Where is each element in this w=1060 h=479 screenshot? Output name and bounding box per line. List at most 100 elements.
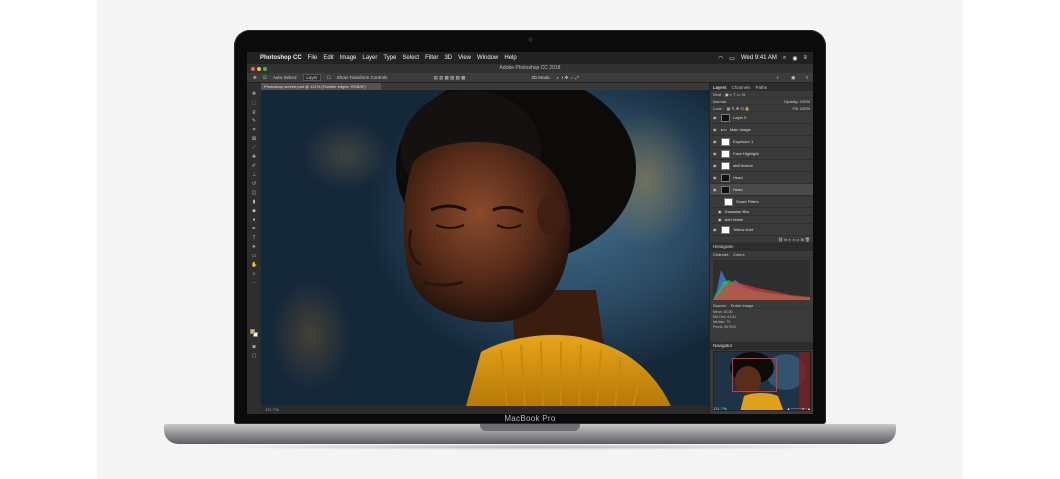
type-tool-icon[interactable]: T: [251, 236, 257, 241]
lock-icons[interactable]: ▦ ✎ ✥ ⊡ 🔒: [727, 106, 750, 111]
menu-filter[interactable]: Filter: [425, 55, 438, 61]
background-color-swatch[interactable]: [253, 332, 258, 337]
battery-icon[interactable]: ▭: [729, 55, 735, 62]
visibility-eye-icon[interactable]: ◉: [713, 115, 718, 120]
quick-mask-icon[interactable]: ◙: [251, 345, 257, 350]
navigator-panel-title: Navigator: [710, 342, 813, 350]
fill-field[interactable]: Fill: 100%: [792, 106, 810, 111]
layer-row[interactable]: ◉ Head: [710, 172, 813, 184]
zoom-window-button[interactable]: [263, 67, 267, 71]
visibility-eye-icon[interactable]: ◉: [713, 139, 718, 144]
document-tab[interactable]: Photoshop screen.psd @ 121% (Feather edg…: [261, 83, 381, 90]
clone-stamp-tool-icon[interactable]: ⊥: [251, 173, 257, 178]
menu-file[interactable]: File: [308, 55, 318, 61]
status-bar: 121.7%: [261, 406, 709, 414]
app-menu[interactable]: Photoshop CC: [260, 55, 302, 61]
history-brush-tool-icon[interactable]: ↺: [251, 182, 257, 187]
layer-thumbnail: [721, 137, 730, 146]
align-icons[interactable]: ▤ ▥ ▦ ▧ ▨ ▩: [433, 75, 465, 81]
layer-row[interactable]: ◉ Yellow shirt: [710, 224, 813, 236]
visibility-eye-icon[interactable]: ◉: [718, 217, 722, 222]
layer-row[interactable]: ◉ Exposure 1: [710, 136, 813, 148]
zoom-slider[interactable]: ▲────●─▲: [786, 406, 811, 411]
navigator-thumbnail[interactable]: [713, 351, 811, 411]
menu-select[interactable]: Select: [402, 55, 419, 61]
visibility-eye-icon[interactable]: ◉: [718, 209, 722, 214]
move-tool-icon[interactable]: ✥: [251, 92, 257, 97]
minimize-window-button[interactable]: [257, 67, 261, 71]
zoom-tool-icon[interactable]: ⌕: [251, 272, 257, 277]
auto-select-dropdown[interactable]: Layer: [303, 74, 321, 81]
pen-tool-icon[interactable]: ✒: [251, 227, 257, 232]
3d-mode-icons[interactable]: ◐ ◑ ✥ ⇔ ⤢: [557, 75, 579, 81]
layer-row[interactable]: ◉ skill texture: [710, 160, 813, 172]
histogram-channel-dropdown[interactable]: Colors: [733, 252, 745, 257]
menu-type[interactable]: Type: [383, 55, 396, 61]
layer-actions-icons[interactable]: ⛓ fx ◐ ◑ ▭ ⊞ 🗑: [778, 237, 810, 242]
tab-channels[interactable]: Channels: [732, 85, 751, 90]
brush-tool-icon[interactable]: ✐: [251, 164, 257, 169]
filter-kind-dropdown[interactable]: Kind: [713, 92, 721, 97]
visibility-eye-icon[interactable]: ◉: [713, 127, 718, 132]
menu-view[interactable]: View: [458, 55, 471, 61]
visibility-eye-icon[interactable]: ◉: [713, 227, 718, 232]
dodge-tool-icon[interactable]: ●: [251, 218, 257, 223]
filter-icons[interactable]: ▣ ◐ T ▭ ⊡: [725, 92, 745, 97]
close-window-button[interactable]: [251, 67, 255, 71]
frame-tool-icon[interactable]: ⊠: [251, 137, 257, 142]
menu-layer[interactable]: Layer: [362, 55, 377, 61]
lasso-tool-icon[interactable]: ϱ: [251, 110, 257, 115]
layer-row-selected[interactable]: ◉ Head: [710, 184, 813, 196]
path-select-tool-icon[interactable]: ➤: [251, 245, 257, 250]
smart-filters-row[interactable]: Smart Filters: [710, 196, 813, 208]
menubar-clock[interactable]: Wed 9:41 AM: [741, 55, 777, 61]
visibility-eye-icon[interactable]: ◉: [713, 151, 718, 156]
shape-tool-icon[interactable]: ▭: [251, 254, 257, 259]
eraser-tool-icon[interactable]: ◫: [251, 191, 257, 196]
lid-opening-notch: [480, 424, 580, 431]
marquee-tool-icon[interactable]: ⬚: [251, 101, 257, 106]
layer-row[interactable]: ◉ Layer 0: [710, 112, 813, 124]
camera-icon: [528, 37, 533, 42]
layer-row[interactable]: ◉ Face Highlight: [710, 148, 813, 160]
tab-paths[interactable]: Paths: [756, 85, 768, 90]
opacity-field[interactable]: Opacity: 100%: [784, 99, 810, 104]
workspace-icon[interactable]: ▣: [791, 75, 795, 81]
hand-tool-icon[interactable]: ✋: [251, 263, 257, 268]
blend-mode-dropdown[interactable]: Normal: [713, 99, 726, 104]
visibility-eye-icon[interactable]: ◉: [713, 163, 718, 168]
navigator-zoom-value[interactable]: 121.7%: [713, 406, 727, 411]
move-tool-icon[interactable]: ✥: [253, 75, 257, 81]
navigator-viewport-box[interactable]: [732, 358, 777, 392]
blur-tool-icon[interactable]: ◆: [251, 209, 257, 214]
layer-group-row[interactable]: ◉ ▸▭ Main Image: [710, 124, 813, 136]
smart-filter-row[interactable]: ◉ Gaussian Blur: [710, 208, 813, 216]
show-transform-checkbox[interactable]: ☐: [327, 75, 331, 81]
more-tools-icon[interactable]: ⋯: [251, 281, 257, 286]
tab-layers[interactable]: Layers: [713, 85, 727, 90]
menu-help[interactable]: Help: [504, 55, 516, 61]
menu-window[interactable]: Window: [477, 55, 498, 61]
wifi-icon[interactable]: ◠: [718, 55, 723, 62]
document-canvas[interactable]: [261, 90, 709, 406]
gradient-tool-icon[interactable]: ▮: [251, 200, 257, 205]
healing-tool-icon[interactable]: ✚: [251, 155, 257, 160]
share-icon[interactable]: ⇪: [805, 75, 809, 81]
quick-select-tool-icon[interactable]: ✎: [251, 119, 257, 124]
layer-name: Smart Filters: [736, 199, 759, 204]
histogram-source-dropdown[interactable]: Entire Image: [731, 303, 754, 308]
menu-3d[interactable]: 3D: [444, 55, 452, 61]
auto-select-checkbox[interactable]: ☑: [263, 75, 267, 81]
notification-center-icon[interactable]: ≡: [803, 55, 807, 61]
eyedropper-tool-icon[interactable]: ⟋: [251, 146, 257, 151]
spotlight-search-icon[interactable]: ⌕: [783, 55, 786, 62]
smart-filter-row[interactable]: ◉ Add Noise: [710, 216, 813, 224]
crop-tool-icon[interactable]: ⌗: [251, 128, 257, 133]
visibility-eye-icon[interactable]: ◉: [713, 175, 718, 180]
screen-mode-icon[interactable]: ▢: [251, 354, 257, 359]
menu-image[interactable]: Image: [340, 55, 357, 61]
siri-icon[interactable]: ◉: [792, 55, 797, 62]
visibility-eye-icon[interactable]: ◉: [713, 187, 718, 192]
menu-edit[interactable]: Edit: [323, 55, 333, 61]
search-icon[interactable]: ⌕: [776, 75, 779, 80]
